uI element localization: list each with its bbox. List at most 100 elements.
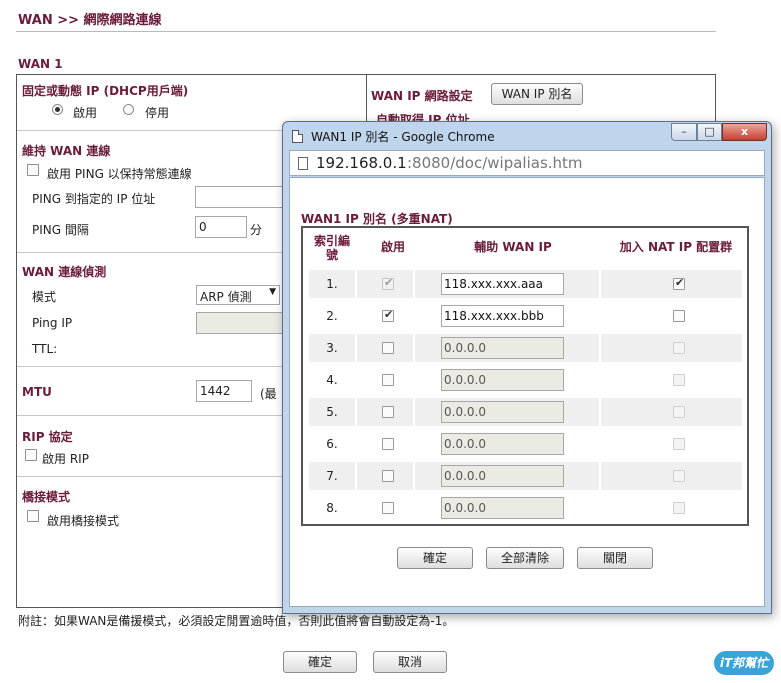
ping-ip-label: PING 到指定的 IP 位址 <box>32 192 156 206</box>
address-bar[interactable]: 192.168.0.1 :8080/doc/wipalias.htm <box>289 150 765 176</box>
aux-wan-ip-input[interactable]: 0.0.0.0 <box>441 369 564 391</box>
alias-popup-window: WAN1 IP 別名 - Google Chrome – □ x 192.168… <box>282 121 772 614</box>
aux-wan-ip-input[interactable]: 118.xxx.xxx.bbb <box>441 305 564 327</box>
column-divider <box>413 334 415 362</box>
row-enable-checkbox[interactable] <box>382 502 394 514</box>
url-path: :8080/doc/wipalias.htm <box>407 154 583 172</box>
row-enable-checkbox[interactable] <box>382 470 394 482</box>
detect-ping-ip-label: Ping IP <box>32 316 73 330</box>
row-nat-checkbox[interactable]: ✔ <box>673 276 685 290</box>
auto-ip-option-label: 自動取得 IP 位址 <box>376 113 470 121</box>
rip-heading: RIP 協定 <box>22 430 73 444</box>
bridge-enable-checkbox[interactable] <box>27 510 39 522</box>
mtu-hint: (最 <box>260 387 277 401</box>
column-divider <box>355 430 357 458</box>
header-enable: 啟用 <box>380 240 405 254</box>
row-enable-checkbox[interactable]: ✔ <box>382 308 394 322</box>
ping-interval-unit: 分 <box>250 223 263 237</box>
row-enable-checkbox[interactable] <box>382 438 394 450</box>
maximize-button[interactable]: □ <box>697 123 722 141</box>
column-divider <box>599 430 601 458</box>
row-index: 3. <box>326 341 338 355</box>
aux-wan-ip-input[interactable]: 0.0.0.0 <box>441 497 564 519</box>
column-divider <box>599 302 601 330</box>
bridge-enable-label: 啟用橋接模式 <box>47 514 120 528</box>
cancel-button[interactable]: 取消 <box>373 651 447 673</box>
table-row: 5. 0.0.0.0 <box>309 398 742 426</box>
aux-wan-ip-input[interactable]: 0.0.0.0 <box>441 465 564 487</box>
keepalive-heading: 維持 WAN 連線 <box>22 144 111 158</box>
row-nat-checkbox[interactable] <box>673 342 685 354</box>
header-aux-ip: 輔助 WAN IP <box>474 240 552 254</box>
ping-interval-input[interactable]: 0 <box>195 216 247 238</box>
row-index: 1. <box>326 277 338 291</box>
detect-ping-ip-input[interactable] <box>196 312 286 334</box>
ip-mode-enable-label: 啟用 <box>73 106 98 120</box>
row-enable-checkbox[interactable] <box>382 406 394 418</box>
mtu-input[interactable]: 1442 <box>196 380 252 402</box>
column-divider <box>413 398 415 426</box>
alias-table-title: WAN1 IP 別名 (多重NAT) <box>301 212 453 226</box>
title-divider <box>16 31 716 32</box>
ok-button[interactable]: 確定 <box>283 651 357 673</box>
column-divider <box>413 430 415 458</box>
column-divider <box>599 270 601 298</box>
ip-mode-disable-label: 停用 <box>145 106 170 120</box>
column-divider <box>355 270 357 298</box>
row-enable-checkbox[interactable] <box>382 374 394 386</box>
row-nat-checkbox[interactable] <box>673 438 685 450</box>
row-nat-checkbox[interactable] <box>673 470 685 482</box>
url-host: 192.168.0.1 <box>316 154 407 172</box>
aux-wan-ip-input[interactable]: 0.0.0.0 <box>441 337 564 359</box>
document-icon <box>298 157 308 170</box>
column-divider <box>413 366 415 394</box>
detect-heading: WAN 連線偵測 <box>22 265 107 279</box>
rip-enable-checkbox[interactable] <box>25 449 37 461</box>
table-row: 2. ✔ 118.xxx.xxx.bbb <box>309 302 742 330</box>
column-divider <box>413 270 415 298</box>
ttl-label: TTL: <box>32 342 58 356</box>
column-divider <box>366 74 367 122</box>
itbang-logo: iT邦幫忙 <box>714 651 774 675</box>
row-enable-checkbox[interactable]: ✔ <box>382 276 394 290</box>
popup-ok-button[interactable]: 確定 <box>397 547 473 569</box>
ping-keepalive-checkbox[interactable] <box>27 164 39 176</box>
header-index: 索引編號 <box>313 234 350 262</box>
window-close-button[interactable]: x <box>722 123 767 141</box>
page-icon <box>292 130 303 143</box>
row-nat-checkbox[interactable] <box>673 502 685 514</box>
column-divider <box>355 334 357 362</box>
wan-ip-alias-button[interactable]: WAN IP 別名 <box>491 83 583 105</box>
ping-interval-label: PING 間隔 <box>32 223 89 237</box>
bridge-heading: 橋接模式 <box>22 490 71 504</box>
column-divider <box>599 398 601 426</box>
table-row: 1. ✔ 118.xxx.xxx.aaa ✔ <box>309 270 742 298</box>
detect-mode-select[interactable]: ARP 偵測 ▼ <box>196 285 280 305</box>
column-divider <box>599 494 601 522</box>
column-divider <box>355 494 357 522</box>
aux-wan-ip-input[interactable]: 0.0.0.0 <box>441 401 564 423</box>
wan-section-title: WAN 1 <box>18 57 63 71</box>
aux-wan-ip-input[interactable]: 118.xxx.xxx.aaa <box>441 273 564 295</box>
detect-mode-value: ARP 偵測 <box>200 290 252 304</box>
clear-all-button[interactable]: 全部清除 <box>486 547 564 569</box>
row-nat-checkbox[interactable] <box>673 374 685 386</box>
check-icon: ✔ <box>384 308 394 321</box>
row-nat-checkbox[interactable] <box>673 406 685 418</box>
minimize-button[interactable]: – <box>671 123 697 141</box>
ping-ip-input[interactable] <box>195 186 285 208</box>
row-nat-checkbox[interactable] <box>673 310 685 322</box>
header-nat: 加入 NAT IP 配置群 <box>619 240 733 254</box>
ip-mode-heading: 固定或動態 IP (DHCP用戶端) <box>22 84 189 98</box>
table-row: 6. 0.0.0.0 <box>309 430 742 458</box>
aux-wan-ip-input[interactable]: 0.0.0.0 <box>441 433 564 455</box>
row-enable-checkbox[interactable] <box>382 342 394 354</box>
rip-enable-label: 啟用 RIP <box>42 452 89 466</box>
check-icon: ✔ <box>675 276 685 289</box>
popup-titlebar[interactable]: WAN1 IP 別名 - Google Chrome – □ x <box>283 122 771 150</box>
popup-close-button[interactable]: 關閉 <box>577 547 653 569</box>
ip-mode-disable-radio[interactable] <box>123 104 134 115</box>
ip-mode-enable-radio[interactable] <box>52 104 63 115</box>
row-index: 7. <box>326 469 338 483</box>
page-title: WAN >> 網際網路連線 <box>18 13 162 28</box>
